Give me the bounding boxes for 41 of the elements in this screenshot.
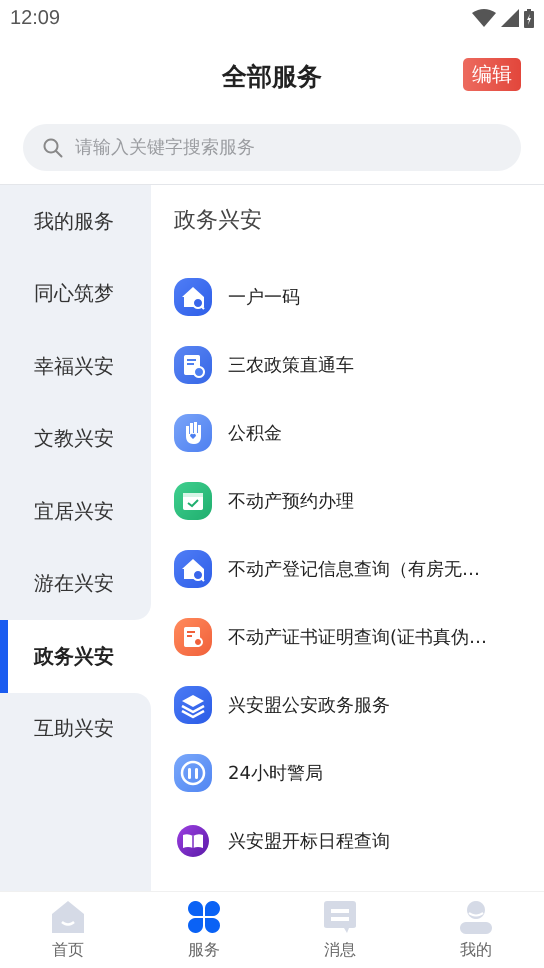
hand-icon[interactable] [174,414,212,452]
calendar-icon[interactable] [174,482,212,520]
service-link[interactable]: 不动产证书证明查询(证书真伪… [228,625,488,649]
status-time: 12:09 [10,6,60,30]
search-icon [43,138,63,158]
grid-icon [187,900,221,934]
house-icon[interactable] [174,278,212,316]
tab-bar-item[interactable]: 首页 [0,892,136,968]
certificate-icon[interactable] [174,618,212,656]
wifi-icon [472,9,496,27]
service-link[interactable]: 兴安盟公安政务服务 [228,693,390,717]
tab-bar-item[interactable]: 服务 [136,892,272,968]
sidebar-item[interactable]: 幸福兴安 [0,330,151,402]
sidebar-item[interactable]: 文教兴安 [0,402,151,475]
edit-button[interactable]: 编辑 [463,58,521,91]
document-icon[interactable] [174,346,212,384]
service-link[interactable]: 公积金 [228,421,282,445]
service-link[interactable]: 一户一码 [228,285,300,309]
sidebar-item[interactable]: 游在兴安 [0,548,151,620]
service-link[interactable]: 三农政策直通车 [228,353,354,377]
layers-icon[interactable] [174,686,212,724]
tab-bar-item[interactable]: 我的 [408,892,544,968]
battery-icon [524,8,534,28]
search-field[interactable]: 请输入关键字搜索服务 [23,124,521,171]
sidebar-item[interactable]: 我的服务 [0,185,151,258]
house-icon[interactable] [174,550,212,588]
sidebar-item[interactable]: 同心筑梦 [0,258,151,330]
message-icon [323,900,357,934]
service-link[interactable]: 兴安盟开标日程查询 [228,829,390,853]
service-link[interactable]: 不动产预约办理 [228,489,354,513]
sidebar-item[interactable]: 宜居兴安 [0,475,151,548]
sidebar-item[interactable]: 互助兴安 [0,692,151,765]
tab-bar-item[interactable]: 消息 [272,892,408,968]
book-icon[interactable] [174,822,212,860]
home-icon [51,900,85,934]
page-title: 全部服务 [222,60,322,92]
signal-icon [501,9,519,27]
person-icon [459,900,493,934]
section-title: 政务兴安 [174,207,263,235]
service-link[interactable]: 24小时警局 [228,761,323,785]
service-link[interactable]: 不动产登记信息查询（有房无… [228,557,480,581]
